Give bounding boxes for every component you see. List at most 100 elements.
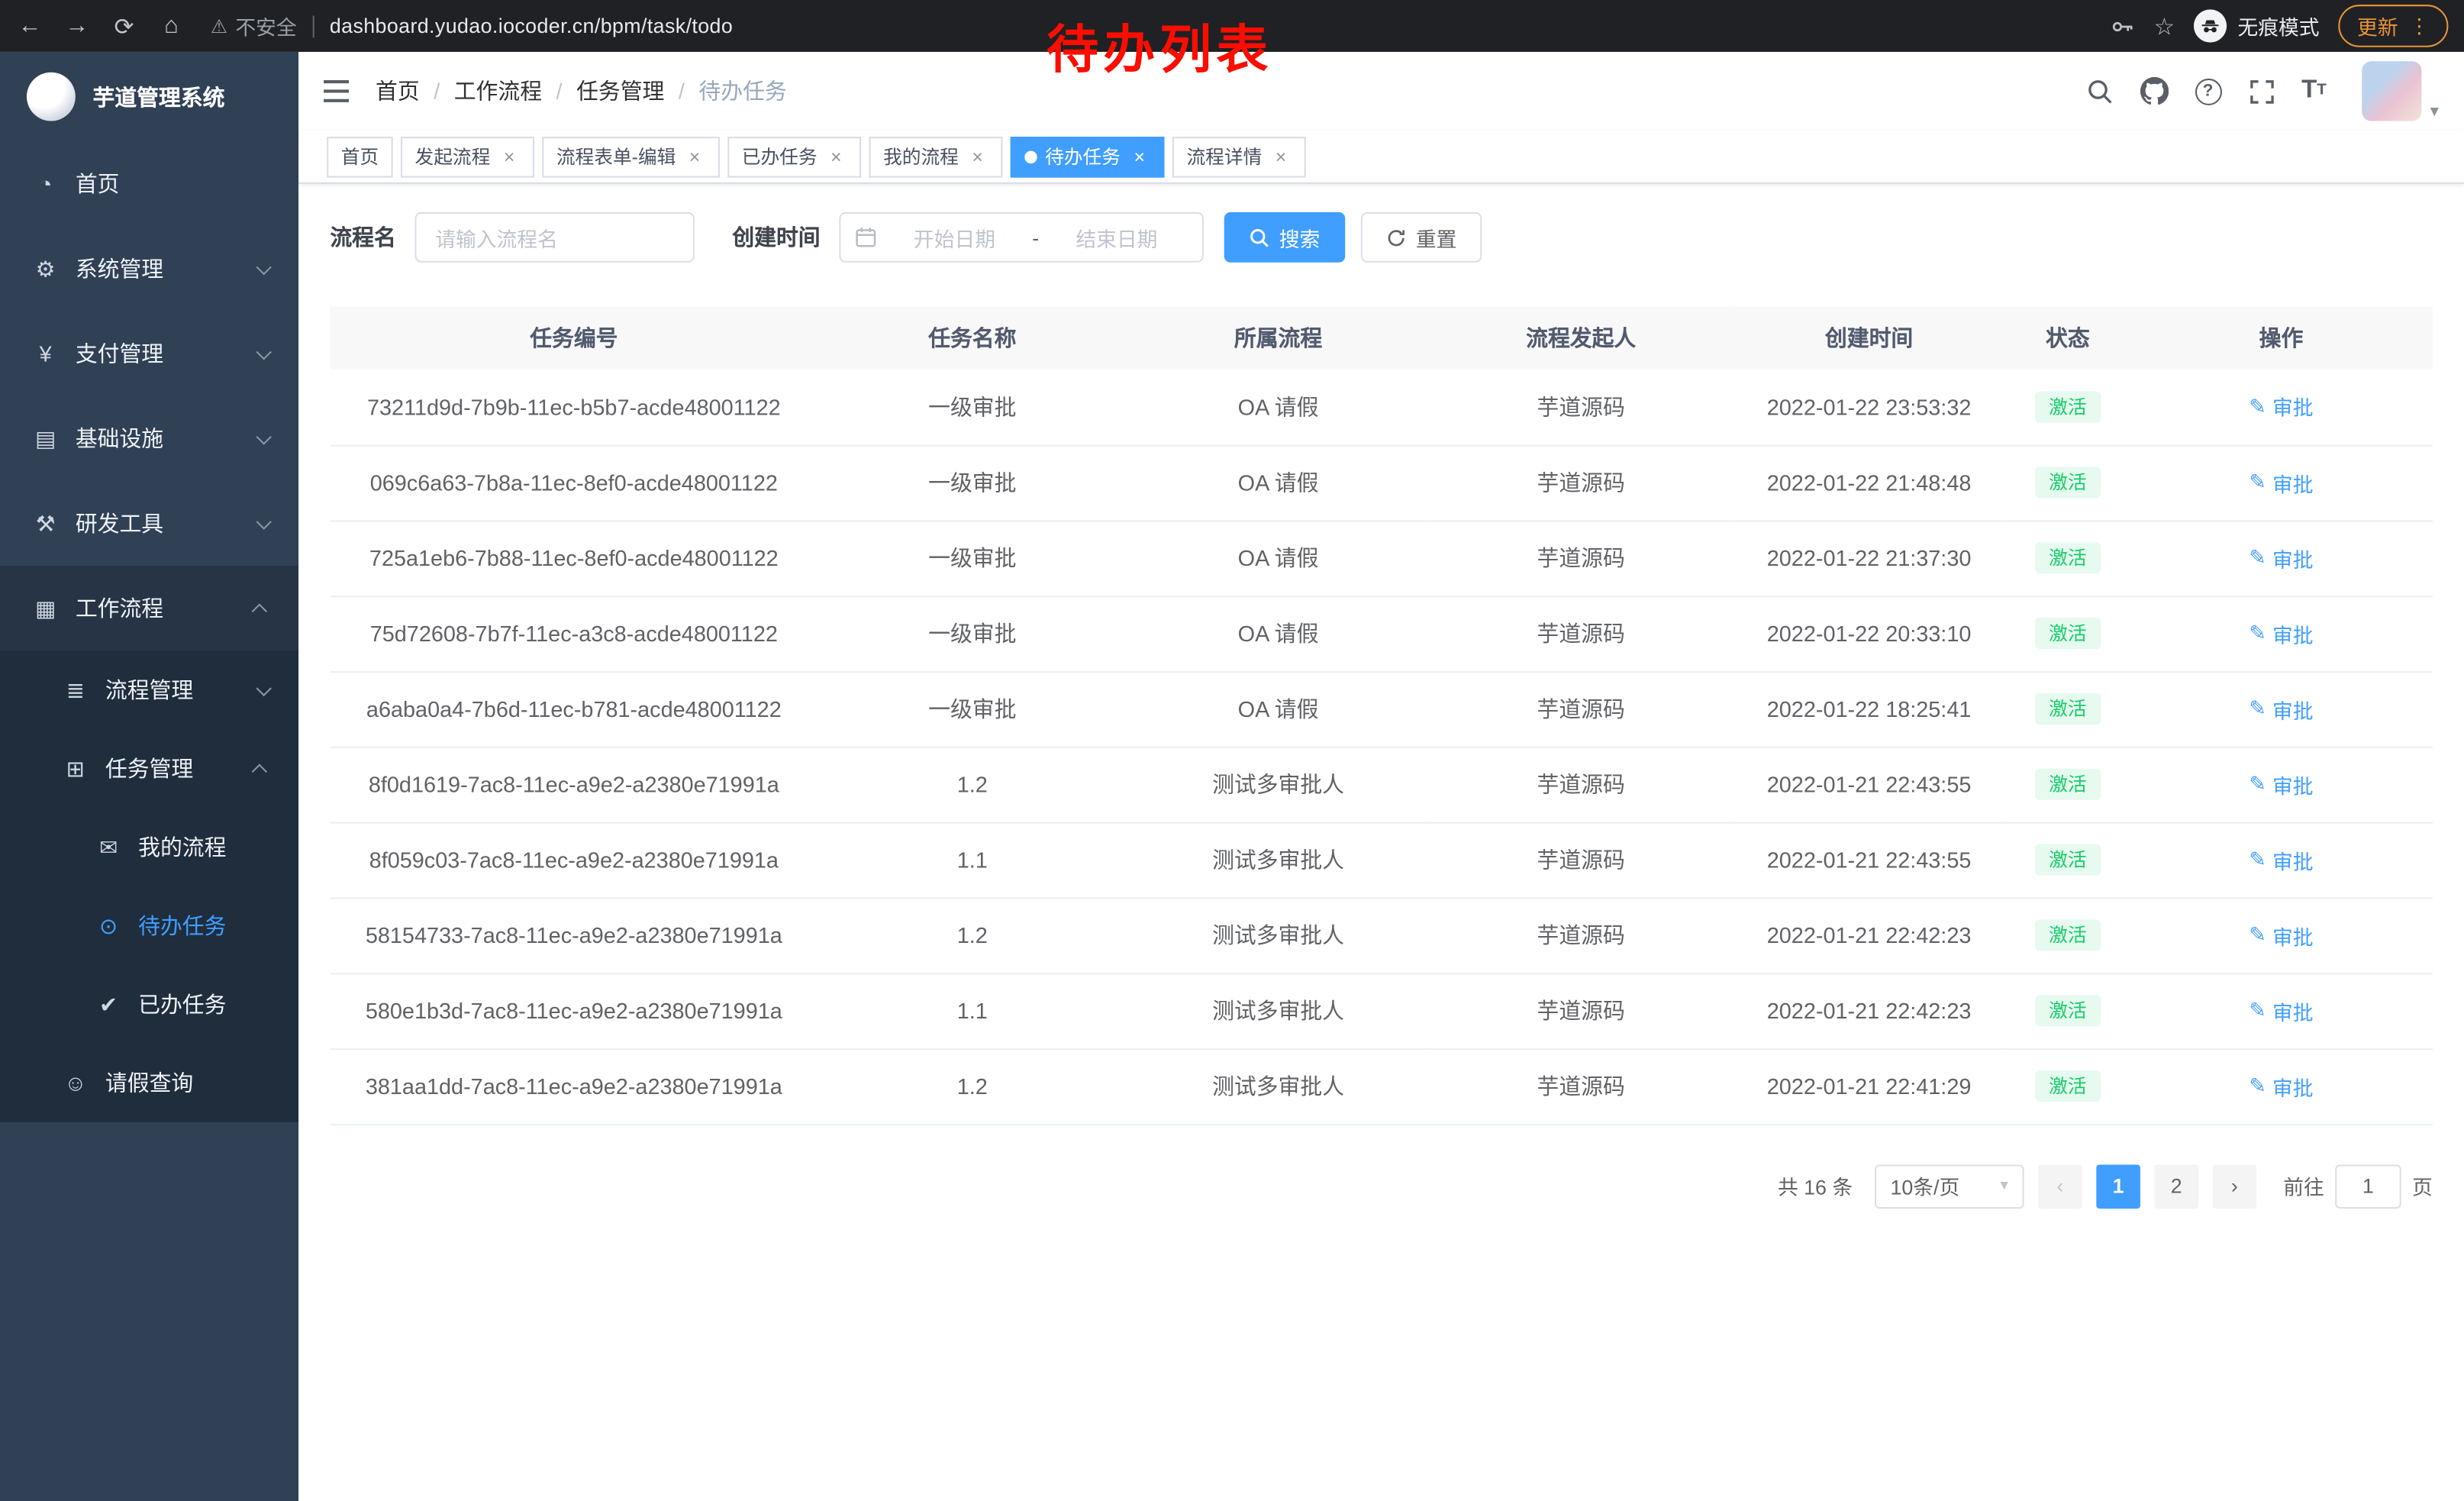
close-icon[interactable]: × xyxy=(966,145,989,167)
fullscreen-icon[interactable] xyxy=(2248,78,2275,105)
sidebar-item-leave-query[interactable]: ☺ 请假查询 xyxy=(0,1044,298,1122)
sidebar-item-process-management[interactable]: ≣ 流程管理 xyxy=(0,650,298,729)
approve-link[interactable]: ✎审批 xyxy=(2249,694,2313,724)
sidebar-item-workflow[interactable]: ▦ 工作流程 xyxy=(0,566,298,650)
user-menu[interactable]: ▾ xyxy=(2362,61,2439,121)
sidebar: 芋道管理系统 ◔ 首页 ⚙ 系统管理 ¥ 支付管理 ▤ 基础设施 xyxy=(0,52,298,1501)
goto-page-input[interactable] xyxy=(2335,1164,2401,1208)
back-icon[interactable]: ← xyxy=(16,12,44,39)
approve-link[interactable]: ✎审批 xyxy=(2249,920,2313,950)
tab-my-processes[interactable]: 我的流程× xyxy=(869,136,1003,177)
edit-icon: ✎ xyxy=(2249,1073,2266,1099)
starter-cell: 芋道源码 xyxy=(1430,520,1733,596)
sidebar-item-my-processes[interactable]: ✉ 我的流程 xyxy=(0,808,298,886)
table-header-row: 任务编号 任务名称 所属流程 流程发起人 创建时间 状态 操作 xyxy=(330,306,2433,369)
sidebar-item-label: 首页 xyxy=(76,168,120,199)
pagination-bar: 共 16 条 10条/页 ▾ ‹ 1 2 › 前往 页 xyxy=(330,1164,2433,1208)
address-divider xyxy=(312,15,314,37)
close-icon[interactable]: × xyxy=(825,145,847,167)
sidebar-item-dev-tools[interactable]: ⚒ 研发工具 xyxy=(0,481,298,566)
breadcrumb-home[interactable]: 首页 xyxy=(376,76,420,107)
chevron-down-icon xyxy=(256,513,271,528)
font-size-icon[interactable]: TT xyxy=(2301,79,2327,104)
close-icon[interactable]: × xyxy=(684,145,706,167)
create-time-cell: 2022-01-21 22:43:55 xyxy=(1733,822,2006,898)
reload-icon[interactable]: ⟳ xyxy=(110,11,138,40)
col-task-id: 任务编号 xyxy=(330,306,818,369)
status-badge: 激活 xyxy=(2035,466,2101,499)
edit-icon: ✎ xyxy=(2249,545,2266,570)
forward-icon[interactable]: → xyxy=(63,12,91,39)
prev-page-button[interactable]: ‹ xyxy=(2038,1164,2082,1208)
sidebar-item-infrastructure[interactable]: ▤ 基础设施 xyxy=(0,396,298,481)
status-cell: 激活 xyxy=(2006,747,2130,822)
create-time-cell: 2022-01-22 21:48:48 xyxy=(1733,445,2006,521)
bookmark-star-icon[interactable]: ☆ xyxy=(2153,11,2175,40)
app-window: 芋道管理系统 ◔ 首页 ⚙ 系统管理 ¥ 支付管理 ▤ 基础设施 xyxy=(0,52,2464,1501)
github-icon[interactable] xyxy=(2140,77,2168,105)
tab-start-process[interactable]: 发起流程× xyxy=(401,136,534,177)
approve-link[interactable]: ✎审批 xyxy=(2249,543,2313,573)
approve-link[interactable]: ✎审批 xyxy=(2249,392,2313,421)
process-cell: OA 请假 xyxy=(1127,671,1430,747)
search-button[interactable]: 搜索 xyxy=(1224,212,1346,263)
task-name-cell: 一级审批 xyxy=(818,445,1127,521)
status-cell: 激活 xyxy=(2006,445,2130,521)
close-icon[interactable]: × xyxy=(1128,145,1150,167)
action-cell: ✎审批 xyxy=(2130,445,2433,521)
tab-todo-tasks[interactable]: 待办任务× xyxy=(1011,136,1165,177)
active-tab-dot xyxy=(1024,150,1037,163)
avatar xyxy=(2362,61,2422,121)
task-id-cell: 8f059c03-7ac8-11ec-a9e2-a2380e71991a xyxy=(330,822,818,898)
task-id-cell: a6aba0a4-7b6d-11ec-b781-acde48001122 xyxy=(330,671,818,747)
breadcrumb-task-management[interactable]: 任务管理 xyxy=(576,76,664,107)
breadcrumb-workflow[interactable]: 工作流程 xyxy=(454,76,542,107)
end-date-placeholder[interactable]: 结束日期 xyxy=(1045,222,1188,252)
browser-menu-icon[interactable]: ⋮ xyxy=(2409,13,2430,38)
app-logo-row[interactable]: 芋道管理系统 xyxy=(0,52,298,141)
sidebar-item-label: 已办任务 xyxy=(138,989,226,1020)
home-icon[interactable]: ⌂ xyxy=(157,12,185,39)
tab-process-detail[interactable]: 流程详情× xyxy=(1172,136,1306,177)
start-date-placeholder[interactable]: 开始日期 xyxy=(883,222,1026,252)
page-button-2[interactable]: 2 xyxy=(2154,1164,2198,1208)
approve-link[interactable]: ✎审批 xyxy=(2249,618,2313,648)
sidebar-item-todo-tasks[interactable]: ⊙ 待办任务 xyxy=(0,886,298,965)
status-badge: 激活 xyxy=(2035,919,2101,951)
collapse-sidebar-icon[interactable] xyxy=(322,79,350,104)
approve-link[interactable]: ✎审批 xyxy=(2249,845,2313,875)
edit-icon: ✎ xyxy=(2249,394,2266,419)
process-name-input[interactable]: 请输入流程名 xyxy=(414,212,694,263)
help-icon[interactable]: ? xyxy=(2195,78,2221,105)
approve-link[interactable]: ✎审批 xyxy=(2249,1071,2313,1101)
tools-icon: ⚒ xyxy=(33,510,58,537)
sidebar-item-system[interactable]: ⚙ 系统管理 xyxy=(0,226,298,311)
chevron-down-icon xyxy=(256,680,271,696)
sidebar-item-task-management[interactable]: ⊞ 任务管理 xyxy=(0,729,298,808)
sidebar-item-done-tasks[interactable]: ✔ 已办任务 xyxy=(0,965,298,1044)
sidebar-item-payment[interactable]: ¥ 支付管理 xyxy=(0,311,298,396)
starter-cell: 芋道源码 xyxy=(1430,747,1733,822)
approve-link[interactable]: ✎审批 xyxy=(2249,770,2313,799)
sidebar-item-label: 待办任务 xyxy=(138,910,226,941)
process-cell: 测试多审批人 xyxy=(1127,973,1430,1048)
close-icon[interactable]: × xyxy=(1270,145,1292,167)
key-icon[interactable] xyxy=(2110,13,2135,38)
approve-link[interactable]: ✎审批 xyxy=(2249,996,2313,1025)
tab-done-tasks[interactable]: 已办任务× xyxy=(727,136,861,177)
reset-button[interactable]: 重置 xyxy=(1361,212,1482,263)
close-icon[interactable]: × xyxy=(498,145,521,167)
page-size-select[interactable]: 10条/页 ▾ xyxy=(1875,1164,2024,1208)
sidebar-item-home[interactable]: ◔ 首页 xyxy=(0,141,298,226)
search-icon[interactable] xyxy=(2086,78,2113,105)
date-range-picker[interactable]: 开始日期 - 结束日期 xyxy=(839,212,1204,263)
approve-link[interactable]: ✎审批 xyxy=(2249,467,2313,497)
edit-icon: ✎ xyxy=(2249,847,2266,873)
tab-process-form-edit[interactable]: 流程表单-编辑× xyxy=(542,136,720,177)
next-page-button[interactable]: › xyxy=(2213,1164,2257,1208)
update-button[interactable]: 更新 ⋮ xyxy=(2338,5,2448,47)
page-button-1[interactable]: 1 xyxy=(2096,1164,2140,1208)
task-id-cell: 580e1b3d-7ac8-11ec-a9e2-a2380e71991a xyxy=(330,973,818,1048)
monitor-icon: ▤ xyxy=(33,425,58,452)
tab-home[interactable]: 首页 xyxy=(327,136,392,177)
